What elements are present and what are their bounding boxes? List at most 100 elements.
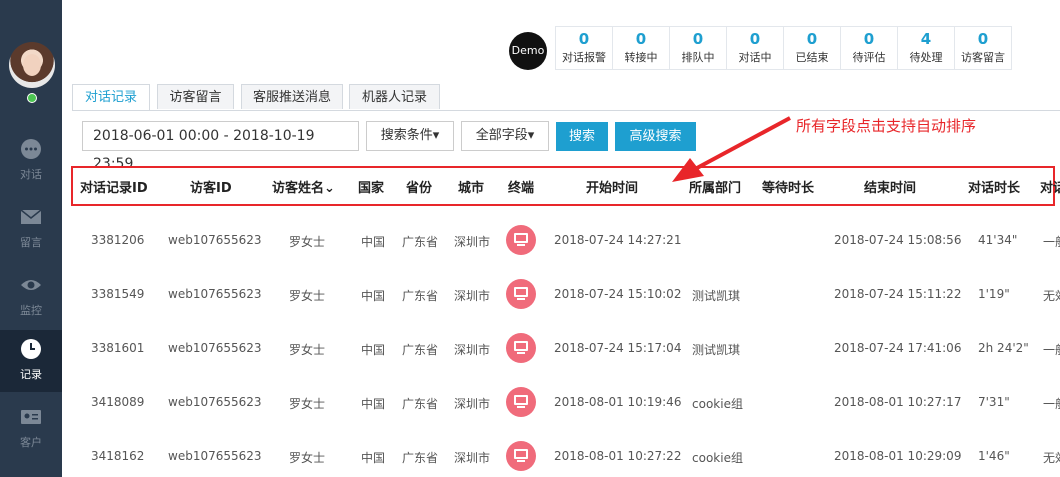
stat-pending[interactable]: 4 待处理 (898, 27, 955, 69)
stat-alarm[interactable]: 0 对话报警 (556, 27, 613, 69)
cell-department: cookie组 (692, 397, 743, 411)
column-header[interactable]: 对话记录ID (80, 177, 148, 196)
cell-city: 深圳市 (454, 397, 491, 411)
cell-department: cookie组 (692, 451, 743, 465)
stat-label: 排队中 (681, 51, 715, 64)
column-header-sorted[interactable]: 访客姓名⌄ (272, 177, 335, 196)
cell-city: 深圳市 (454, 235, 491, 249)
cell-country: 中国 (361, 397, 386, 411)
cell-visitor-name: 罗女士 (289, 451, 326, 465)
stat-value: 4 (920, 30, 932, 48)
column-header[interactable]: 开始时间 (586, 177, 638, 196)
column-header[interactable]: 所属部门 (689, 177, 741, 196)
cell-department: 测试凯琪 (692, 343, 741, 357)
column-header[interactable]: 城市 (458, 177, 484, 196)
caret-down-icon: ▾ (432, 128, 440, 143)
sort-desc-icon: ⌄ (324, 181, 335, 196)
cell-city: 深圳市 (454, 451, 491, 465)
stat-value: 0 (806, 30, 818, 48)
tab-divider (72, 110, 1060, 111)
stat-value: 0 (635, 30, 647, 48)
sidebar-item-monitor[interactable]: 监控 (0, 266, 62, 328)
stat-queueing[interactable]: 0 排队中 (670, 27, 727, 69)
sidebar: 对话 留言 监控 记录 客户 (0, 0, 62, 477)
sidebar-item-messages[interactable]: 留言 (0, 198, 62, 260)
desktop-terminal-icon (506, 225, 536, 255)
tab-visitor-messages[interactable]: 访客留言 (157, 84, 234, 109)
column-header[interactable]: 终端 (508, 177, 534, 196)
stat-ended[interactable]: 0 已结束 (784, 27, 841, 69)
cell-city: 深圳市 (454, 343, 491, 357)
cell-rating: 无效 (1043, 451, 1060, 465)
stat-pending-review[interactable]: 0 待评估 (841, 27, 898, 69)
column-header[interactable]: 等待时长 (762, 177, 814, 196)
stat-label: 待评估 (852, 51, 886, 64)
desktop-terminal-icon (506, 441, 536, 471)
sidebar-item-label: 监控 (20, 304, 42, 317)
search-button[interactable]: 搜索 (556, 122, 608, 151)
cell-record-id: 3418162 (91, 449, 145, 463)
cell-end-time: 2018-08-01 10:27:17 (834, 395, 962, 409)
search-conditions-dropdown[interactable]: 搜索条件▾ (366, 121, 454, 151)
cell-record-id: 3381549 (91, 287, 145, 301)
demo-badge[interactable]: Demo (509, 32, 547, 70)
stat-chatting[interactable]: 0 对话中 (727, 27, 784, 69)
search-conditions-label: 搜索条件 (380, 128, 433, 143)
stat-visitor-messages[interactable]: 0 访客留言 (955, 27, 1012, 69)
avatar[interactable] (9, 42, 55, 88)
sort-annotation: 所有字段点击支持自动排序 (796, 117, 977, 135)
sidebar-item-label: 记录 (20, 368, 42, 381)
stats-bar: 0 对话报警 0 转接中 0 排队中 0 对话中 0 已结束 0 待评估 4 待处理 0 访客留… (555, 26, 1012, 70)
desktop-terminal-icon (506, 387, 536, 417)
column-header[interactable]: 对话 (1040, 177, 1060, 196)
tab-push-messages[interactable]: 客服推送消息 (241, 84, 343, 109)
all-fields-dropdown[interactable]: 全部字段▾ (461, 121, 549, 151)
advanced-search-button[interactable]: 高级搜索 (615, 122, 696, 151)
online-status-icon (27, 93, 37, 103)
chat-bubble-icon (21, 139, 41, 159)
tab-robot-records[interactable]: 机器人记录 (349, 84, 440, 109)
tab-chat-records[interactable]: 对话记录 (72, 84, 150, 111)
column-header[interactable]: 国家 (358, 177, 384, 196)
sidebar-item-chat[interactable]: 对话 (0, 130, 62, 192)
cell-start-time: 2018-07-24 15:10:02 (554, 287, 682, 301)
stat-label: 访客留言 (961, 51, 1005, 64)
stat-value: 0 (578, 30, 590, 48)
column-header[interactable]: 结束时间 (864, 177, 916, 196)
cell-rating: 一般 (1043, 235, 1060, 249)
stat-value: 0 (863, 30, 875, 48)
cell-record-id: 3381601 (91, 341, 145, 355)
stat-value: 0 (749, 30, 761, 48)
cell-start-time: 2018-07-24 15:17:04 (554, 341, 682, 355)
cell-end-time: 2018-07-24 15:11:22 (834, 287, 962, 301)
sidebar-item-customers[interactable]: 客户 (0, 398, 62, 460)
stat-label: 已结束 (795, 51, 829, 64)
date-range-input[interactable]: 2018-06-01 00:00 - 2018-10-19 23:59 (82, 121, 359, 172)
column-header[interactable]: 省份 (406, 177, 432, 196)
sidebar-item-records[interactable]: 记录 (0, 330, 62, 392)
cell-visitor-name: 罗女士 (289, 397, 326, 411)
clock-icon (21, 339, 41, 359)
cell-visitor-id: web107655623 (168, 233, 262, 247)
cell-country: 中国 (361, 343, 386, 357)
stat-transferring[interactable]: 0 转接中 (613, 27, 670, 69)
cell-city: 深圳市 (454, 289, 491, 303)
column-header[interactable]: 访客ID (190, 177, 232, 196)
cell-start-time: 2018-07-24 14:27:21 (554, 233, 682, 247)
cell-province: 广东省 (402, 451, 439, 465)
sidebar-item-label: 留言 (20, 236, 42, 249)
desktop-terminal-icon (506, 279, 536, 309)
caret-down-icon: ▾ (527, 128, 535, 143)
cell-visitor-name: 罗女士 (289, 343, 326, 357)
envelope-icon (20, 209, 42, 224)
cell-rating: 无效 (1043, 289, 1060, 303)
cell-province: 广东省 (402, 397, 439, 411)
cell-end-time: 2018-08-01 10:29:09 (834, 449, 962, 463)
cell-start-time: 2018-08-01 10:19:46 (554, 395, 682, 409)
cell-end-time: 2018-07-24 17:41:06 (834, 341, 962, 355)
stat-label: 待处理 (909, 51, 943, 64)
column-header[interactable]: 对话时长 (968, 177, 1020, 196)
cell-country: 中国 (361, 451, 386, 465)
sidebar-item-label: 客户 (20, 436, 42, 449)
cell-duration: 2h 24'2" (978, 341, 1029, 355)
